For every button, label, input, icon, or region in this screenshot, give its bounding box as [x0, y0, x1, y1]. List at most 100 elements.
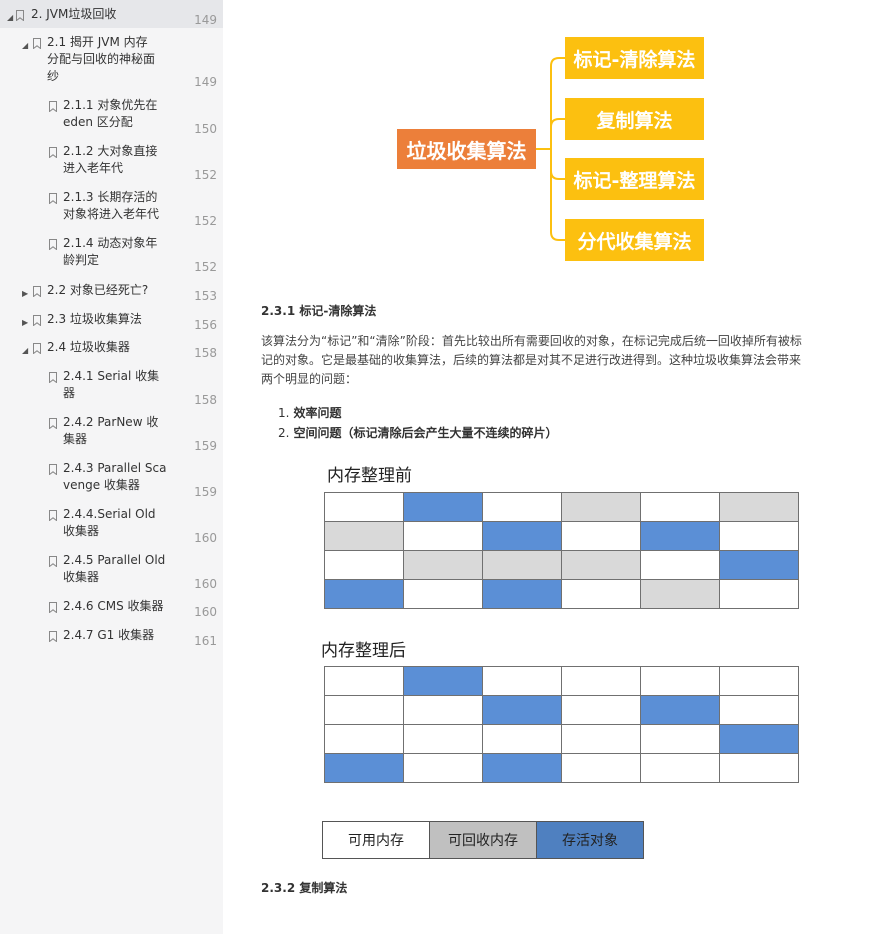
memory-cell-free — [561, 753, 641, 783]
memory-cell-free — [403, 521, 483, 551]
toc-item[interactable]: 2.4.3 Parallel Sca venge 收集器 159 — [0, 460, 223, 500]
toc-item[interactable]: 2.1.4 动态对象年 龄判定 152 — [0, 235, 223, 275]
memory-cell-free — [324, 666, 404, 696]
toc-item-page: 152 — [194, 168, 217, 182]
toc-item[interactable]: ◢ 2. JVM垃圾回收 149 — [0, 0, 223, 28]
memory-cell-rec — [719, 492, 799, 522]
toc-item-page: 153 — [194, 289, 217, 303]
toc-item[interactable]: ▶ 2.2 对象已经死亡? 153 — [0, 282, 223, 304]
toc-sidebar: ◢ 2. JVM垃圾回收 149 ◢ 2.1 揭开 JVM 内存 分配与回收的神秘面纱 14… — [0, 0, 223, 934]
memory-cell-free — [640, 492, 720, 522]
toc-item-page: 150 — [194, 122, 217, 136]
toc-item-page: 160 — [194, 577, 217, 591]
bookmark-icon — [49, 464, 57, 475]
bookmark-icon — [49, 239, 57, 250]
toc-item[interactable]: 2.1.2 大对象直接 进入老年代 152 — [0, 143, 223, 183]
bookmark-icon — [33, 286, 41, 297]
toc-item-page: 160 — [194, 605, 217, 619]
toc-item-label: 2.4 垃圾收集器 — [47, 340, 130, 354]
bookmark-icon — [16, 10, 24, 21]
toc-item-label: 2.1.4 动态对象年 龄判定 — [63, 236, 158, 267]
caret-right-icon[interactable]: ▶ — [22, 285, 28, 302]
memory-cell-live — [640, 521, 720, 551]
mindmap-connector-line — [550, 118, 565, 128]
memory-cell-free — [640, 666, 720, 696]
mindmap-root-node: 垃圾收集算法 — [397, 129, 536, 169]
memory-cell-free — [719, 753, 799, 783]
memory-cell-live — [640, 695, 720, 725]
legend-item-free: 可用内存 — [323, 822, 430, 858]
memory-cell-live — [482, 579, 562, 609]
legend-item-live: 存活对象 — [537, 822, 643, 858]
toc-item-label: 2.4.3 Parallel Sca venge 收集器 — [63, 461, 167, 492]
bookmark-icon — [33, 315, 41, 326]
memory-cell-free — [403, 724, 483, 754]
memory-cell-free — [719, 695, 799, 725]
toc-item[interactable]: 2.1.3 长期存活的 对象将进入老年代 152 — [0, 189, 223, 229]
caret-down-icon[interactable]: ◢ — [22, 342, 28, 359]
toc-item-page: 159 — [194, 485, 217, 499]
memory-cell-free — [719, 579, 799, 609]
memory-cell-free — [640, 724, 720, 754]
list-item: 2. 空间问题（标记清除后会产生大量不连续的碎片） — [278, 426, 558, 440]
memory-cell-free — [403, 695, 483, 725]
toc-item-label: 2.4.2 ParNew 收集器 — [63, 415, 159, 446]
toc-item-label: 2.1.1 对象优先在 eden 区分配 — [63, 98, 158, 129]
figure-legend: 可用内存 可回收内存 存活对象 — [322, 821, 644, 859]
figure-before-title: 内存整理前 — [327, 466, 412, 486]
bookmark-icon — [49, 418, 57, 429]
memory-cell-free — [561, 724, 641, 754]
memory-cell-free — [324, 724, 404, 754]
toc-item-label: 2.4.7 G1 收集器 — [63, 628, 155, 642]
mindmap-leaf-mark-sweep: 标记-清除算法 — [565, 37, 704, 79]
toc-item[interactable]: 2.4.5 Parallel Old 收集器 160 — [0, 552, 223, 592]
memory-cell-rec — [482, 550, 562, 580]
bookmark-icon — [49, 101, 57, 112]
toc-item[interactable]: ◢ 2.1 揭开 JVM 内存 分配与回收的神秘面纱 149 — [0, 32, 223, 94]
bookmark-icon — [49, 631, 57, 642]
section-paragraph: 该算法分为“标记”和“清除”阶段：首先比较出所有需要回收的对象，在标记完成后统一… — [261, 334, 802, 386]
toc-item[interactable]: 2.4.6 CMS 收集器 160 — [0, 598, 223, 620]
memory-cell-free — [561, 521, 641, 551]
next-section-heading: 2.3.2 复制算法 — [261, 881, 348, 895]
toc-item-label: 2. JVM垃圾回收 — [31, 7, 117, 21]
memory-cell-free — [640, 550, 720, 580]
toc-item-label: 2.2 对象已经死亡? — [47, 283, 149, 297]
toc-item[interactable]: 2.4.7 G1 收集器 161 — [0, 627, 223, 649]
toc-item-page: 160 — [194, 531, 217, 545]
toc-item-page: 149 — [194, 13, 217, 27]
toc-item[interactable]: ◢ 2.4 垃圾收集器 158 — [0, 339, 223, 361]
toc-item-label: 2.4.1 Serial 收集器 — [63, 369, 160, 400]
bookmark-icon — [49, 556, 57, 567]
memory-cell-free — [719, 521, 799, 551]
toc-item[interactable]: ▶ 2.3 垃圾收集算法 156 — [0, 311, 223, 333]
section-heading: 2.3.1 标记-清除算法 — [261, 304, 377, 318]
memory-cell-free — [561, 579, 641, 609]
toc-item-page: 152 — [194, 260, 217, 274]
memory-cell-free — [324, 695, 404, 725]
toc-item-label: 2.1.3 长期存活的 对象将进入老年代 — [63, 190, 160, 221]
toc-item[interactable]: 2.4.4.Serial Old 收集器 160 — [0, 506, 223, 546]
memory-cell-free — [403, 579, 483, 609]
toc-item[interactable]: 2.1.1 对象优先在 eden 区分配 150 — [0, 97, 223, 137]
memory-cell-free — [482, 666, 562, 696]
memory-cell-free — [403, 753, 483, 783]
caret-down-icon[interactable]: ◢ — [7, 9, 13, 26]
toc-item-label: 2.1 揭开 JVM 内存 分配与回收的神秘面纱 — [47, 35, 156, 83]
caret-down-icon[interactable]: ◢ — [22, 37, 28, 54]
toc-item-label: 2.4.5 Parallel Old 收集器 — [63, 553, 166, 584]
toc-item-label: 2.4.6 CMS 收集器 — [63, 599, 164, 613]
toc-item[interactable]: 2.4.2 ParNew 收集器 159 — [0, 414, 223, 454]
toc-item[interactable]: 2.4.1 Serial 收集器 158 — [0, 368, 223, 408]
memory-cell-live — [482, 695, 562, 725]
toc-item-page: 158 — [194, 346, 217, 360]
bookmark-icon — [49, 372, 57, 383]
memory-cell-live — [482, 753, 562, 783]
toc-item-label: 2.4.4.Serial Old 收集器 — [63, 507, 156, 538]
caret-right-icon[interactable]: ▶ — [22, 314, 28, 331]
memory-cell-free — [640, 753, 720, 783]
mindmap-leaf-copying: 复制算法 — [565, 98, 704, 140]
memory-grid-before — [324, 492, 799, 609]
memory-cell-free — [482, 724, 562, 754]
toc-item-page: 156 — [194, 318, 217, 332]
